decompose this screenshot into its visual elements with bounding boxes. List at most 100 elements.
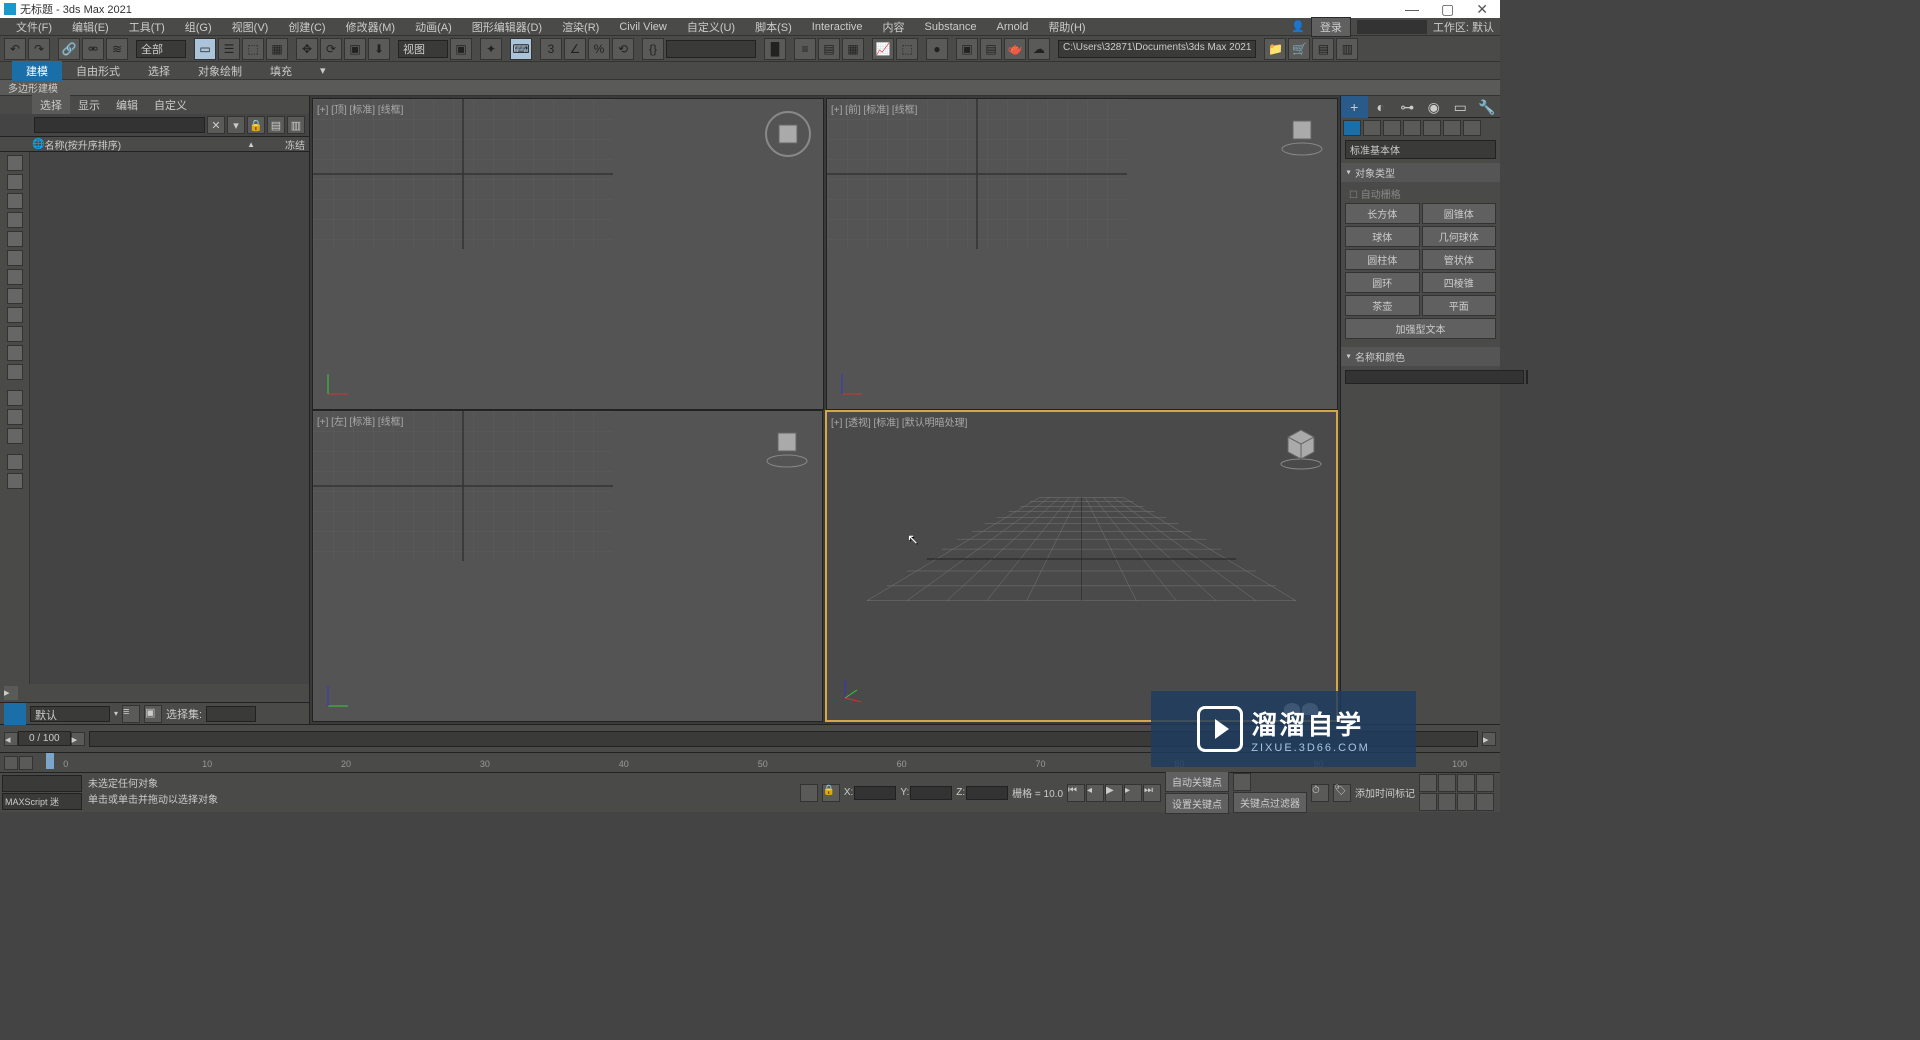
subtab-helpers-icon[interactable] [1423, 120, 1441, 136]
subtab-shapes-icon[interactable] [1363, 120, 1381, 136]
viewport-perspective-label[interactable]: [+] [透视] [标准] [默认明暗处理] [831, 414, 967, 429]
autogrid-checkbox[interactable]: ☐ 自动栅格 [1345, 186, 1496, 201]
filter-extra1-icon[interactable] [7, 390, 23, 406]
key-filters-button[interactable]: 关键点过滤器 [1233, 792, 1307, 813]
menu-content[interactable]: 内容 [873, 19, 915, 35]
prev-frame-button[interactable]: ◂ [1086, 784, 1104, 802]
rollout-name-color[interactable]: 名称和颜色 [1341, 347, 1500, 366]
object-color-swatch[interactable] [1526, 370, 1528, 384]
ribbon-tab-modeling[interactable]: 建模 [12, 61, 62, 81]
menu-arnold[interactable]: Arnold [987, 21, 1039, 33]
named-selection-dropdown[interactable] [666, 40, 756, 58]
select-by-name-button[interactable]: ☰ [218, 38, 240, 60]
btn-plane[interactable]: 平面 [1422, 295, 1497, 316]
menu-animation[interactable]: 动画(A) [405, 19, 462, 35]
subtab-geometry-icon[interactable] [1343, 120, 1361, 136]
viewport-layout-icon[interactable] [4, 703, 26, 725]
bind-spacewarp-button[interactable]: ≋ [106, 38, 128, 60]
workspace-label[interactable]: 工作区: 默认 [1433, 19, 1494, 35]
filter-helpers-icon[interactable] [7, 250, 23, 266]
render-in-cloud-button[interactable]: ☁ [1028, 38, 1050, 60]
coord-z-input[interactable] [966, 786, 1008, 800]
ribbon-tab-object-paint[interactable]: 对象绘制 [184, 61, 256, 81]
se-view-icon[interactable]: ▤ [267, 116, 285, 134]
select-rotate-button[interactable]: ⟳ [320, 38, 342, 60]
menu-help[interactable]: 帮助(H) [1038, 19, 1095, 35]
menu-interactive[interactable]: Interactive [802, 21, 873, 33]
btn-pyramid[interactable]: 四棱锥 [1422, 272, 1497, 293]
render-setup-button[interactable]: ▣ [956, 38, 978, 60]
menu-file[interactable]: 文件(F) [6, 19, 62, 35]
menu-group[interactable]: 组(G) [175, 19, 222, 35]
create-category-dropdown[interactable]: 标准基本体 [1345, 140, 1496, 159]
select-place-button[interactable]: ⬇ [368, 38, 390, 60]
select-manipulate-button[interactable]: ✦ [480, 38, 502, 60]
se-layer-dropdown[interactable]: 默认 [30, 706, 110, 722]
autokey-button[interactable]: 自动关键点 [1165, 771, 1229, 792]
ribbon-tab-freeform[interactable]: 自由形式 [62, 61, 134, 81]
selection-lock-icon[interactable]: 🔒 [822, 784, 840, 802]
angle-snap-toggle[interactable]: ∠ [564, 38, 586, 60]
object-name-input[interactable] [1345, 370, 1524, 384]
menu-edit[interactable]: 编辑(E) [62, 19, 119, 35]
se-tab-display[interactable]: 显示 [70, 95, 108, 115]
cp-tab-hierarchy[interactable]: ⊶ [1394, 96, 1421, 118]
viewport-left-label[interactable]: [+] [左] [标准] [线框] [317, 413, 403, 428]
maxscript-mini-input[interactable] [2, 775, 82, 792]
filter-extra3-icon[interactable] [7, 428, 23, 444]
close-button[interactable]: ✕ [1476, 1, 1488, 18]
nav-zoom-extents-icon[interactable] [1457, 774, 1475, 792]
ribbon-tab-selection[interactable]: 选择 [134, 61, 184, 81]
se-layers-icon[interactable]: ≡ [122, 705, 140, 723]
time-slider-next[interactable]: ▸ [71, 732, 85, 746]
setkey-button[interactable]: 设置关键点 [1165, 793, 1229, 814]
use-pivot-center-button[interactable]: ▣ [450, 38, 472, 60]
selection-filter-dropdown[interactable]: 全部 [136, 40, 186, 58]
se-clear-search[interactable]: ✕ [207, 116, 225, 134]
isolate-toggle-icon[interactable] [800, 784, 818, 802]
se-tab-customize[interactable]: 自定义 [146, 95, 195, 115]
menu-search[interactable] [1357, 20, 1427, 34]
filter-all-icon[interactable] [7, 155, 23, 171]
btn-textplus[interactable]: 加强型文本 [1345, 318, 1496, 339]
next-frame-button[interactable]: ▸ [1124, 784, 1142, 802]
btn-teapot[interactable]: 茶壶 [1345, 295, 1420, 316]
nav-zoom-extents-all-icon[interactable] [1476, 774, 1494, 792]
nav-pan-icon[interactable] [1438, 793, 1456, 811]
filter-lights-icon[interactable] [7, 212, 23, 228]
maximize-button[interactable]: ▢ [1441, 1, 1454, 18]
key-mode-icon[interactable] [1233, 773, 1251, 791]
btn-sphere[interactable]: 球体 [1345, 226, 1420, 247]
time-slider-end[interactable]: ▸ [1482, 732, 1496, 746]
btn-cone[interactable]: 圆锥体 [1422, 203, 1497, 224]
subtab-spacewarps-icon[interactable] [1443, 120, 1461, 136]
btn-geosphere[interactable]: 几何球体 [1422, 226, 1497, 247]
menu-civil-view[interactable]: Civil View [609, 21, 676, 33]
se-lock-icon[interactable]: 🔒 [247, 116, 265, 134]
se-search-input[interactable] [34, 117, 205, 133]
filter-extra2-icon[interactable] [7, 409, 23, 425]
btn-torus[interactable]: 圆环 [1345, 272, 1420, 293]
redo-button[interactable]: ↷ [28, 38, 50, 60]
add-time-tag-label[interactable]: 添加时间标记 [1355, 785, 1415, 800]
project-folder-path[interactable]: C:\Users\32871\Documents\3ds Max 2021 [1058, 40, 1256, 58]
subtab-cameras-icon[interactable] [1403, 120, 1421, 136]
se-filter-icon[interactable]: ▾ [227, 116, 245, 134]
open-autodesk-store[interactable]: 🛒 [1288, 38, 1310, 60]
login-button[interactable]: 登录 [1311, 17, 1351, 37]
mirror-button[interactable]: ▐▌ [764, 38, 786, 60]
se-freeze-column[interactable]: 冻结 [255, 137, 305, 152]
btn-tube[interactable]: 管状体 [1422, 249, 1497, 270]
cp-tab-display[interactable]: ▭ [1447, 96, 1474, 118]
menu-tools[interactable]: 工具(T) [119, 19, 175, 35]
filter-shapes-icon[interactable] [7, 193, 23, 209]
nav-zoom-icon[interactable] [1419, 774, 1437, 792]
edit-named-selection-button[interactable]: {} [642, 38, 664, 60]
schematic-view-button[interactable]: ⬚ [896, 38, 918, 60]
toggle-ribbon-button[interactable]: ▦ [842, 38, 864, 60]
se-tab-select[interactable]: 选择 [32, 95, 70, 115]
menu-rendering[interactable]: 渲染(R) [552, 19, 609, 35]
trackbar-mini-curve[interactable] [4, 756, 18, 770]
menu-modifiers[interactable]: 修改器(M) [336, 19, 406, 35]
nav-maximize-icon[interactable] [1476, 793, 1494, 811]
